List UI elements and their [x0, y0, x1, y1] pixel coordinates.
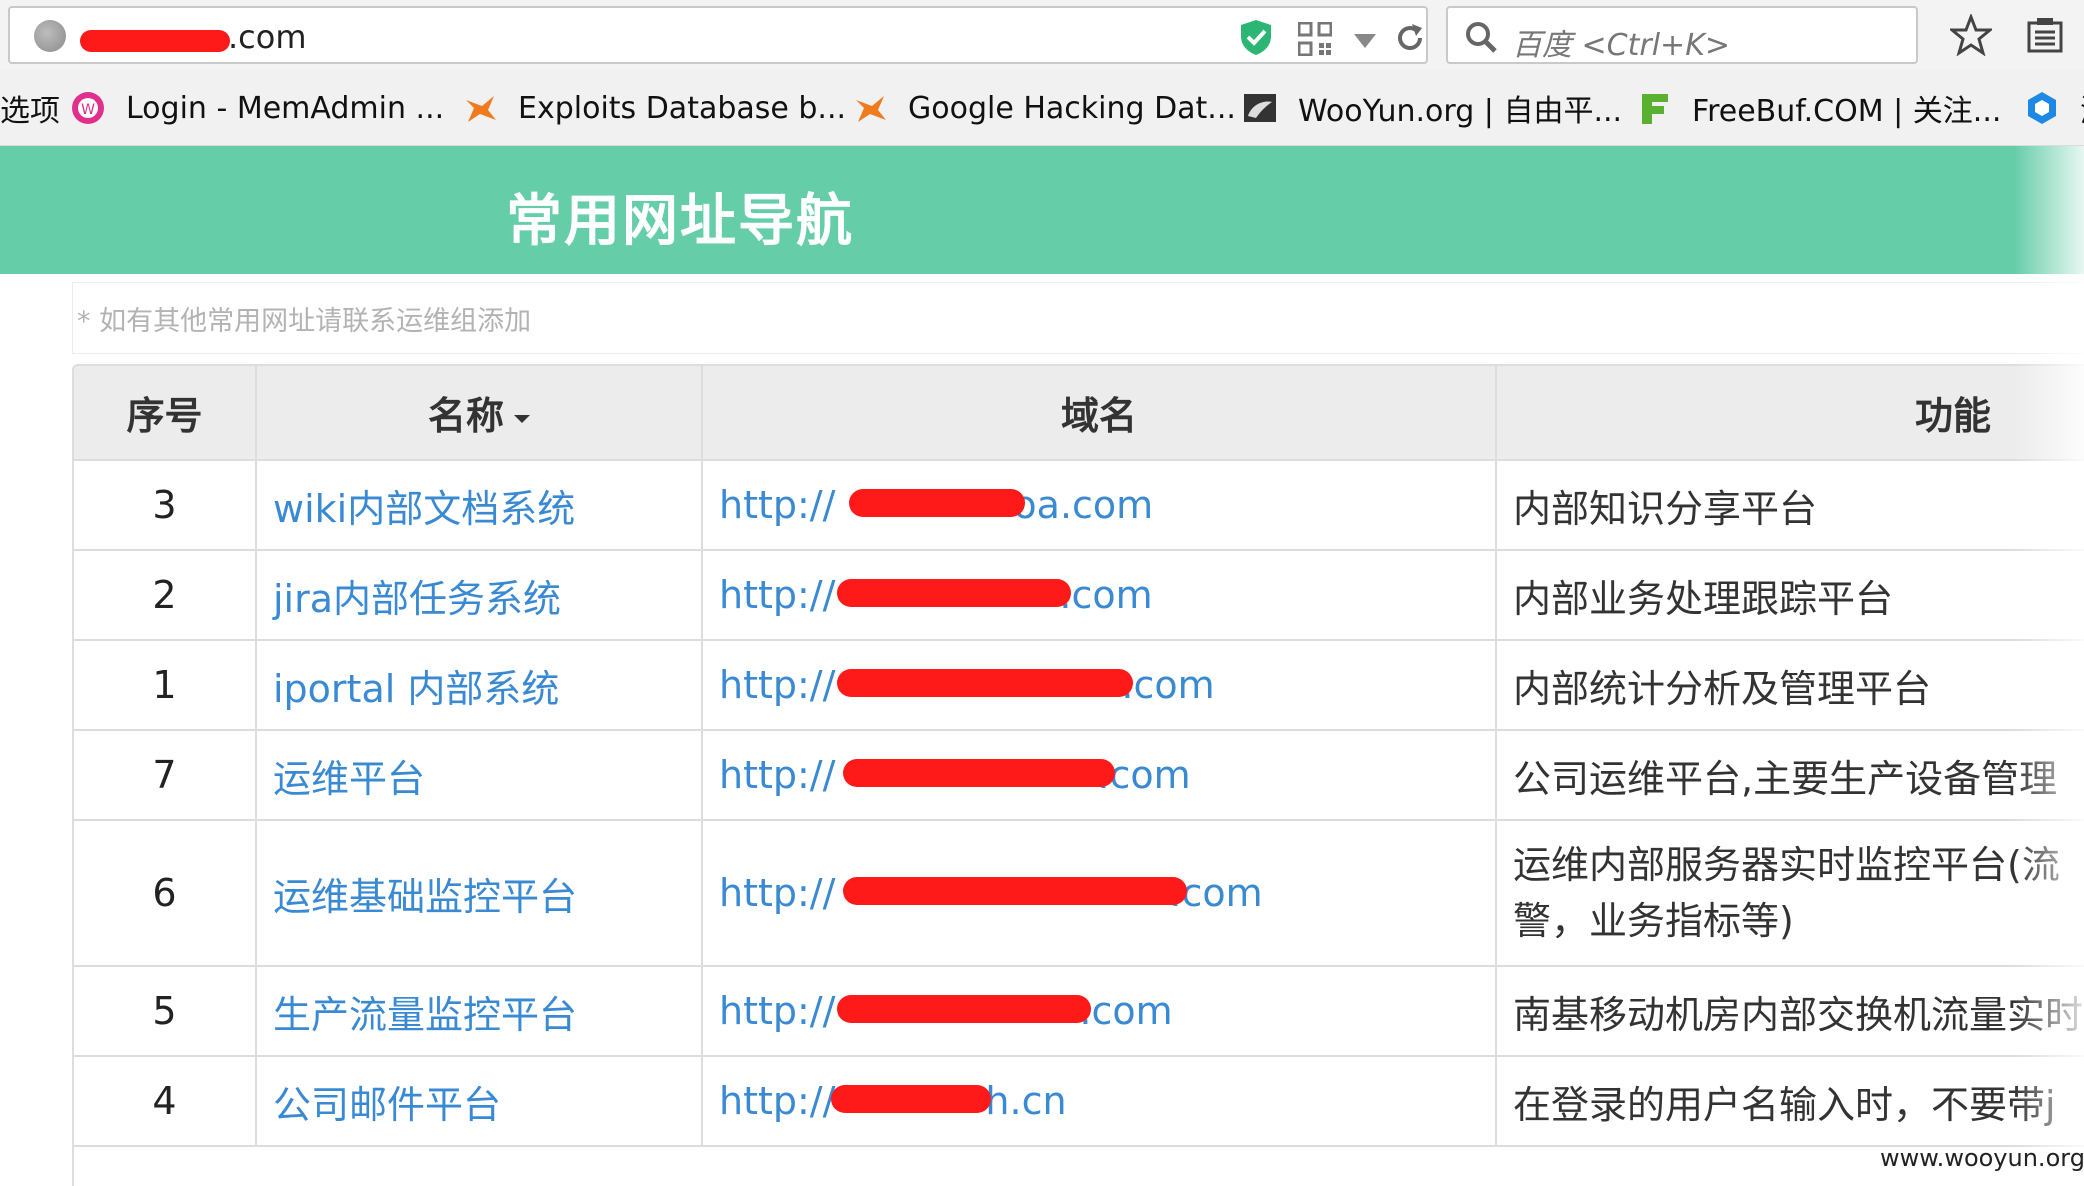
bookmark-exploit-db[interactable]: Exploits Database b...	[462, 70, 847, 145]
page-title: 常用网址导航	[506, 189, 854, 254]
bookmark-label: Login - MemAdmin ...	[126, 90, 445, 126]
domain-redaction	[849, 489, 1025, 517]
exploitdb-icon	[856, 96, 886, 122]
domain-text: http://.com	[719, 663, 1215, 707]
row-description: 运维内部服务器实时监控平台(流警，业务指标等)	[1496, 820, 2084, 967]
exploitdb-icon	[466, 96, 496, 122]
row-domain-link[interactable]: http://.com	[702, 730, 1497, 821]
row-number: 2	[74, 550, 257, 641]
bookmark-label: FreeBuf.COM | 关注...	[1692, 94, 2002, 129]
domain-redaction	[843, 877, 1187, 905]
bookmark-label: 选项	[0, 94, 60, 129]
row-number: 4	[74, 1056, 257, 1147]
bookmark-label: Google Hacking Dat...	[908, 90, 1236, 126]
notice-text: * 如有其他常用网址请联系运维组添加	[77, 306, 532, 337]
search-icon	[1466, 22, 1497, 53]
bookmarks-bar: 选项 W Login - MemAdmin ... Exploits Datab…	[0, 70, 2084, 146]
bookmark-wooyun[interactable]: WooYun.org | 自由平...	[1242, 70, 1623, 145]
bookmark-label: WooYun.org | 自由平...	[1298, 94, 1623, 129]
row-name-link[interactable]: 公司邮件平台	[256, 1056, 703, 1147]
table-row: 6 运维基础监控平台 http://.com 运维内部服务器实时监控平台(流警，…	[74, 820, 2084, 967]
header-number[interactable]: 序号	[74, 366, 257, 461]
domain-text: http://h.cn	[719, 1079, 1067, 1123]
row-name-link[interactable]: wiki内部文档系统	[256, 460, 703, 551]
row-description: 公司运维平台,主要生产设备管理	[1496, 730, 2084, 821]
bookmark-star-icon[interactable]	[1950, 14, 1992, 56]
row-name-link[interactable]: 生产流量监控平台	[256, 966, 703, 1057]
url-redaction	[80, 30, 230, 52]
row-number: 1	[74, 640, 257, 731]
row-name-link[interactable]: jira内部任务系统	[256, 550, 703, 641]
globe-icon	[34, 20, 66, 52]
row-description: 内部统计分析及管理平台	[1496, 640, 2084, 731]
domain-text: http://.com	[719, 753, 1191, 797]
table-row: 5 生产流量监控平台 http://.com 南基移动机房内部交换机流量实时	[74, 966, 2084, 1057]
domain-redaction	[837, 669, 1133, 697]
row-description: 南基移动机房内部交换机流量实时	[1496, 966, 2084, 1057]
domain-redaction	[843, 759, 1115, 787]
hex-icon	[2028, 92, 2056, 124]
row-description: 在登录的用户名输入时，不要带j	[1496, 1056, 2084, 1147]
bookmark-options[interactable]: 选项	[0, 70, 60, 145]
row-domain-link[interactable]: http://.com	[702, 820, 1497, 967]
bookmark-google-hacking[interactable]: Google Hacking Dat...	[852, 70, 1236, 145]
memadmin-icon: W	[72, 92, 104, 124]
links-table-container: 序号 名称 域名 功能 3 wiki内部文档系统 http://oa.com 内…	[72, 364, 2084, 1186]
wooyun-icon	[1244, 94, 1276, 122]
browser-toolbar: .com 百度 <Ctrl+K>	[0, 0, 2084, 70]
shield-icon[interactable]	[1238, 18, 1274, 56]
domain-redaction	[837, 579, 1071, 607]
row-domain-link[interactable]: http://.com	[702, 550, 1497, 641]
row-description: 内部业务处理跟踪平台	[1496, 550, 2084, 641]
domain-redaction	[837, 995, 1091, 1023]
domain-text: http://oa.com	[719, 483, 1154, 527]
page-header: 常用网址导航	[0, 146, 2084, 274]
row-domain-link[interactable]: http://.com	[702, 966, 1497, 1057]
links-table: 序号 名称 域名 功能 3 wiki内部文档系统 http://oa.com 内…	[74, 366, 2084, 1147]
search-bar[interactable]: 百度 <Ctrl+K>	[1446, 6, 1918, 64]
bookmark-label: Exploits Database b...	[518, 90, 847, 126]
svg-text:W: W	[81, 102, 95, 118]
row-number: 3	[74, 460, 257, 551]
bookmark-freebuf[interactable]: FreeBuf.COM | 关注...	[1636, 70, 2002, 145]
row-number: 6	[74, 820, 257, 967]
search-placeholder: 百度 <Ctrl+K>	[1512, 28, 1730, 63]
domain-text: http://.com	[719, 573, 1153, 617]
bookmark-memadmin[interactable]: W Login - MemAdmin ...	[70, 70, 445, 145]
domain-redaction	[831, 1085, 991, 1113]
history-dropdown-icon[interactable]	[1354, 34, 1376, 48]
sort-caret-icon	[514, 414, 530, 423]
bookmark-label: 湖	[2080, 86, 2084, 130]
row-name-link[interactable]: iportal 内部系统	[256, 640, 703, 731]
table-row: 3 wiki内部文档系统 http://oa.com 内部知识分享平台	[74, 460, 2084, 551]
header-function[interactable]: 功能	[1496, 366, 2084, 461]
domain-text: http://.com	[719, 871, 1263, 915]
reading-list-icon[interactable]	[2026, 16, 2064, 54]
row-domain-link[interactable]: http://h.cn	[702, 1056, 1497, 1147]
header-name[interactable]: 名称	[256, 366, 703, 461]
watermark: www.wooyun.org	[1880, 1144, 2084, 1172]
qr-code-icon[interactable]	[1298, 22, 1332, 56]
domain-text: http://.com	[719, 989, 1173, 1033]
freebuf-icon	[1642, 94, 1668, 124]
row-number: 7	[74, 730, 257, 821]
header-domain[interactable]: 域名	[702, 366, 1497, 461]
row-name-link[interactable]: 运维平台	[256, 730, 703, 821]
row-number: 5	[74, 966, 257, 1057]
reload-icon[interactable]	[1394, 22, 1426, 54]
row-domain-link[interactable]: http://oa.com	[702, 460, 1497, 551]
row-domain-link[interactable]: http://.com	[702, 640, 1497, 731]
row-name-link[interactable]: 运维基础监控平台	[256, 820, 703, 967]
url-bar[interactable]: .com	[8, 6, 1428, 64]
bookmark-hex[interactable]: 湖	[2024, 70, 2084, 145]
row-description: 内部知识分享平台	[1496, 460, 2084, 551]
url-text: .com	[228, 18, 307, 56]
table-row: 7 运维平台 http://.com 公司运维平台,主要生产设备管理	[74, 730, 2084, 821]
table-row: 2 jira内部任务系统 http://.com 内部业务处理跟踪平台	[74, 550, 2084, 641]
table-row: 4 公司邮件平台 http://h.cn 在登录的用户名输入时，不要带j	[74, 1056, 2084, 1147]
notice-box: * 如有其他常用网址请联系运维组添加	[72, 282, 2084, 354]
header-name-label: 名称	[427, 394, 504, 438]
table-header-row: 序号 名称 域名 功能	[74, 366, 2084, 461]
table-row: 1 iportal 内部系统 http://.com 内部统计分析及管理平台	[74, 640, 2084, 731]
